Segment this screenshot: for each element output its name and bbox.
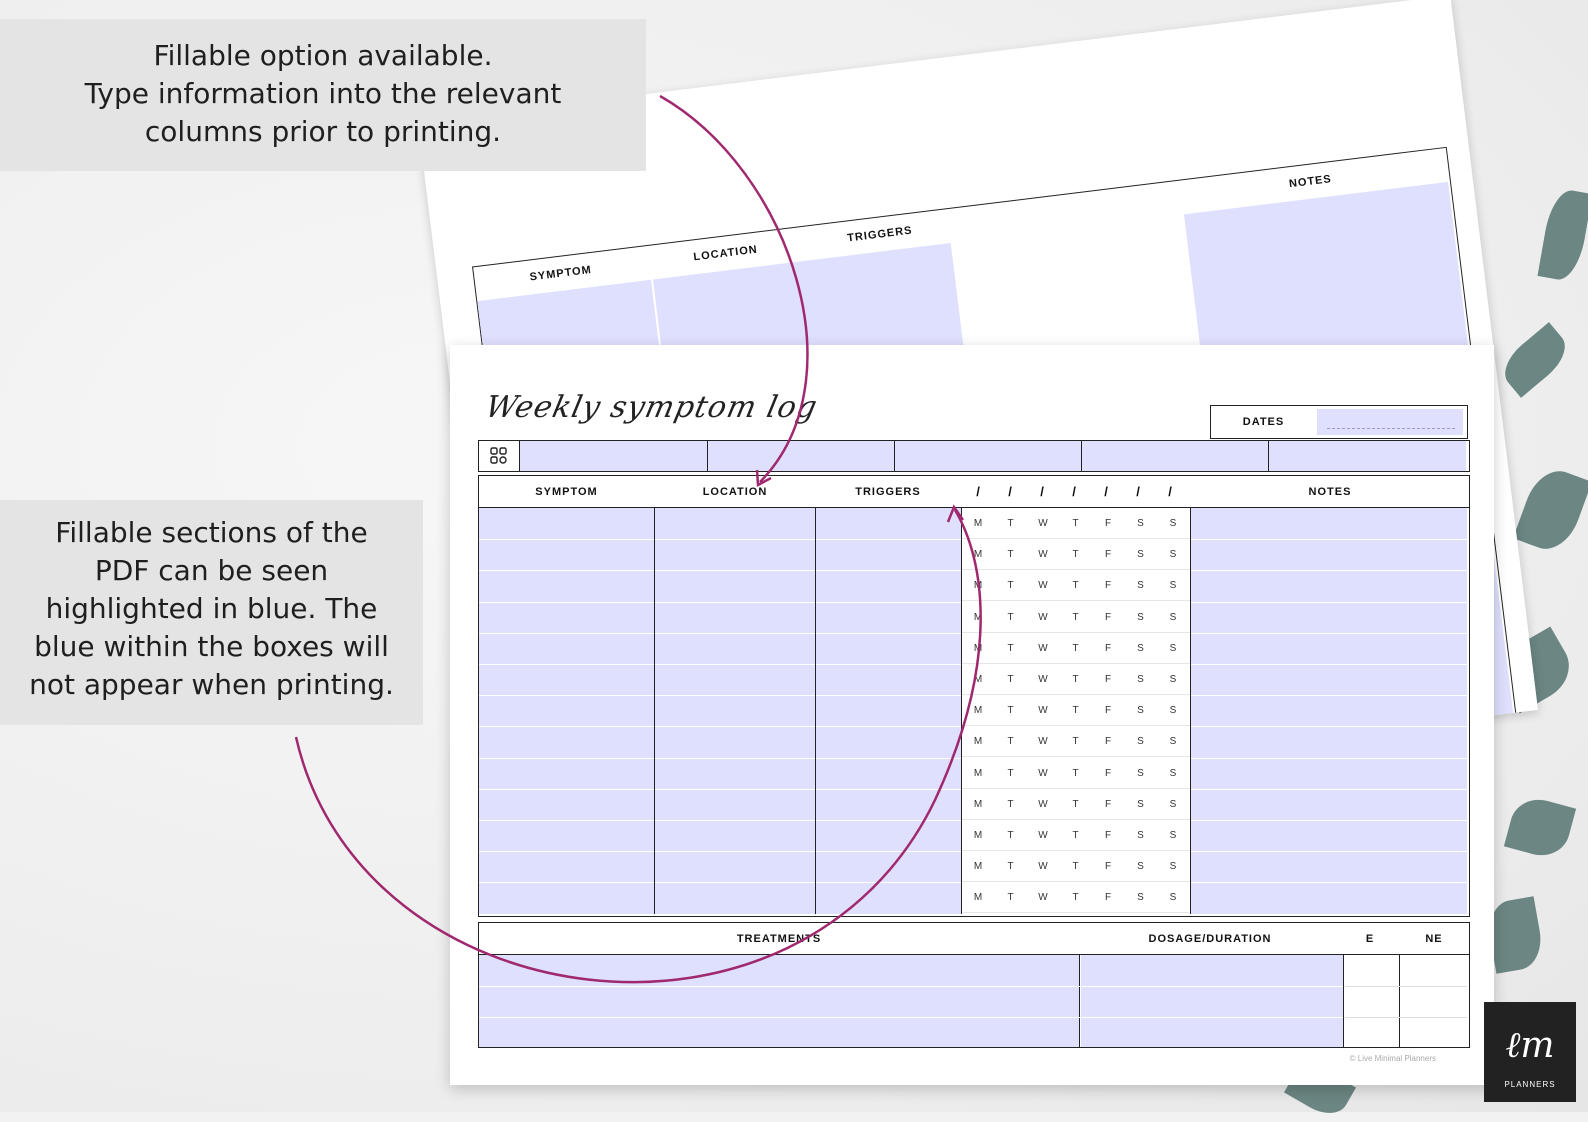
arrow-to-triggers xyxy=(294,509,982,984)
callout-arrows xyxy=(294,94,982,984)
logo-text: PLANNERS xyxy=(1504,1080,1556,1089)
logo-monogram: ℓm xyxy=(1505,1025,1555,1066)
brand-logo: ℓm PLANNERS xyxy=(1484,1002,1576,1102)
arrow-to-location xyxy=(659,94,809,483)
